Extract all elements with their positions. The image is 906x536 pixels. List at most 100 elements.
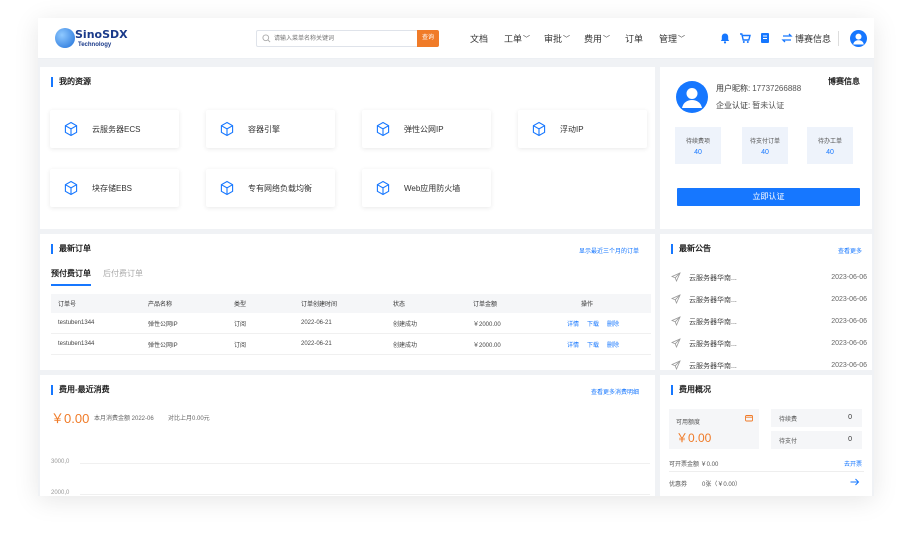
notice-item[interactable]: 云服务器华南... 2023-06-06	[671, 289, 867, 310]
resource-label: 浮动IP	[560, 125, 584, 134]
invoice-link[interactable]: 去开票	[844, 459, 862, 468]
resource-tile[interactable]: 浮动IP	[518, 110, 647, 148]
profile-avatar	[676, 81, 708, 113]
notice-item[interactable]: 云服务器华南... 2023-06-06	[671, 333, 867, 354]
unpaid-value: 0	[848, 436, 852, 443]
unpaid-box[interactable]: 待支付 0	[771, 431, 862, 449]
send-icon	[671, 316, 681, 326]
nav-approval-label: 审批	[544, 34, 563, 44]
notice-title: 云服务器华南...	[689, 296, 737, 304]
nav-orders[interactable]: 订单	[625, 32, 643, 45]
send-icon	[671, 360, 681, 370]
arrow-right-icon[interactable]	[850, 478, 860, 486]
notice-title: 云服务器华南...	[689, 274, 737, 282]
available-value: ￥0.00	[676, 431, 712, 445]
spending-details-link[interactable]: 查看更多消费明细	[591, 387, 639, 396]
orders-recent-link[interactable]: 显示最近三个月的订单	[579, 246, 639, 255]
cert-status: 暂未认证	[752, 101, 785, 110]
account-name[interactable]: 博赛信息	[795, 32, 831, 45]
order-status: 创建成功	[393, 321, 418, 328]
nav-billing-label: 费用	[584, 34, 603, 44]
certify-button[interactable]: 立即认证	[677, 188, 860, 206]
resource-label: 容器引擎	[248, 125, 280, 134]
resource-tile[interactable]: 专有网络负载均衡	[206, 169, 335, 207]
logo-tagline: Technology	[78, 42, 112, 48]
search-button[interactable]: 查询	[417, 30, 439, 47]
notice-date: 2023-06-06	[831, 318, 867, 325]
unpaid-label: 待支付	[779, 439, 798, 445]
y-tick-label: 3000,0	[51, 459, 70, 465]
user-icon	[682, 88, 702, 108]
certification-line: 企业认证: 暂未认证	[716, 100, 784, 111]
notice-date: 2023-06-06	[831, 340, 867, 347]
month-compare-note: 对比上月0.00元	[168, 416, 210, 422]
notices-title: 最新公告	[671, 244, 711, 254]
resource-tile[interactable]: 容器引擎	[206, 110, 335, 148]
search-icon	[262, 34, 271, 43]
order-actions: 详情 下载 删除	[561, 319, 651, 328]
tab-postpaid[interactable]: 后付费订单	[103, 268, 143, 286]
resource-label: 云服务器ECS	[92, 125, 141, 134]
notice-title: 云服务器华南...	[689, 362, 737, 370]
company-name: 博赛信息	[828, 77, 860, 86]
avatar[interactable]	[850, 30, 867, 47]
stat-pending-tickets[interactable]: 待办工单 40	[807, 127, 853, 164]
col-amount: 订单金额	[473, 302, 498, 308]
download-link[interactable]: 下载	[587, 322, 599, 328]
order-created: 2022-06-21	[301, 320, 332, 326]
product-name: 弹性公网IP	[148, 342, 178, 349]
delete-link[interactable]: 删除	[607, 322, 619, 328]
spending-card: 费用-最近消费 查看更多消费明细 ￥0.00 本月消费金额 2022-06 对比…	[40, 375, 655, 496]
chevron-down-icon: ﹀	[603, 35, 611, 43]
cube-icon	[220, 180, 234, 196]
resource-label: Web应用防火墙	[404, 184, 461, 193]
resource-tile[interactable]: 块存储EBS	[50, 169, 179, 207]
tab-prepaid[interactable]: 预付费订单	[51, 268, 91, 286]
order-amount: ￥2000.00	[473, 342, 501, 349]
nav-docs[interactable]: 文档	[470, 32, 488, 45]
resource-tile[interactable]: 弹性公网IP	[362, 110, 491, 148]
notices-more-link[interactable]: 查看更多	[838, 246, 862, 255]
nav-tickets[interactable]: 工单 ﹀	[504, 32, 530, 45]
switch-icon[interactable]	[781, 32, 793, 44]
resource-label: 专有网络负载均衡	[248, 184, 312, 193]
cube-icon	[64, 121, 78, 137]
nav-tickets-label: 工单	[504, 34, 523, 44]
nav-billing[interactable]: 费用 ﹀	[584, 32, 610, 45]
resource-tile[interactable]: Web应用防火墙	[362, 169, 491, 207]
order-type: 订阅	[234, 321, 247, 328]
nav-approval[interactable]: 审批 ﹀	[544, 32, 570, 45]
detail-link[interactable]: 详情	[567, 343, 579, 349]
table-header: 订单号 产品名称 类型 订单创建时间 状态 订单金额 操作	[51, 294, 651, 313]
notice-item[interactable]: 云服务器华南... 2023-06-06	[671, 311, 867, 332]
nickname-label: 用户昵称:	[716, 84, 751, 93]
available-label: 可用额度	[676, 420, 701, 426]
renew-box[interactable]: 待续费 0	[771, 409, 862, 427]
logo[interactable]: SinoSDX Technology	[55, 26, 135, 52]
resource-tile[interactable]: 云服务器ECS	[50, 110, 179, 148]
bell-icon[interactable]	[719, 32, 731, 44]
notice-item[interactable]: 云服务器华南... 2023-06-06	[671, 267, 867, 288]
available-balance-box: 可用额度 ￥0.00	[669, 409, 759, 449]
invoice-icon[interactable]	[759, 32, 771, 44]
search-input[interactable]	[274, 32, 414, 45]
delete-link[interactable]: 删除	[607, 343, 619, 349]
download-link[interactable]: 下载	[587, 343, 599, 349]
nav-manage[interactable]: 管理 ﹀	[659, 32, 685, 45]
order-amount: ￥2000.00	[473, 321, 501, 328]
send-icon	[671, 338, 681, 348]
cart-icon[interactable]	[739, 32, 751, 44]
cube-icon	[376, 180, 390, 196]
divider	[838, 31, 839, 46]
nickname-line: 用户昵称: 17737266888	[716, 83, 801, 94]
stat-unpaid-orders[interactable]: 待支付订单 40	[742, 127, 788, 164]
table-row: testuben1344 弹性公网IP 订阅 2022-06-21 创建成功 ￥2000.…	[51, 313, 651, 334]
order-no: testuben1344	[58, 341, 95, 347]
chevron-down-icon: ﹀	[523, 35, 531, 43]
stat-value: 40	[694, 149, 702, 156]
detail-link[interactable]: 详情	[567, 322, 579, 328]
order-type: 订阅	[234, 342, 247, 349]
stat-renewals[interactable]: 待续费项 40	[675, 127, 721, 164]
cube-icon	[64, 180, 78, 196]
notice-item[interactable]: 云服务器华南... 2023-06-06	[671, 355, 867, 376]
